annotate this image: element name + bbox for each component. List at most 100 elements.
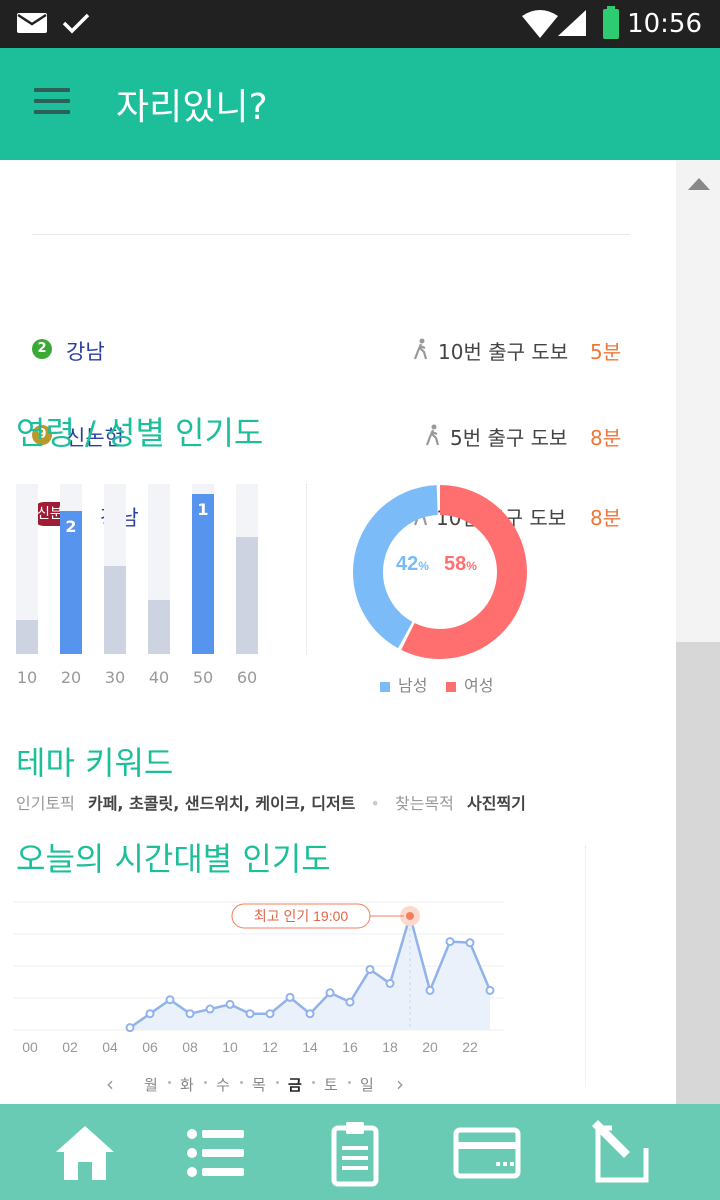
purpose-value: 사진찍기 [467, 794, 526, 813]
list-icon[interactable] [180, 1118, 250, 1188]
keyword-row: 인기토픽 카페, 초콜릿, 샌드위치, 케이크, 디저트 • 찾는목적 사진찍기 [16, 790, 526, 814]
peak-point [406, 911, 414, 920]
female-percent-label: 58% [444, 553, 477, 575]
scrollbar[interactable] [676, 160, 720, 1104]
menu-icon[interactable] [34, 88, 70, 118]
hour-tick-label: 06 [142, 1039, 158, 1055]
day-separator [240, 1081, 243, 1084]
age-bar-track [104, 484, 126, 654]
hourly-point [485, 985, 495, 995]
age-tick-label: 60 [236, 668, 258, 687]
hourly-point [265, 1009, 275, 1019]
age-bar-30 [104, 565, 126, 654]
station-row[interactable]: 2 강남 10번 출구 도보 5분 [32, 324, 630, 374]
theme-title: 테마 키워드 [16, 744, 174, 782]
edit-icon[interactable] [584, 1118, 654, 1188]
age-tick-label: 20 [60, 668, 82, 687]
hourly-point [245, 1009, 255, 1019]
legend-female-label: 여성 [464, 676, 494, 695]
hourly-point [225, 999, 235, 1009]
age-bar-50: 1 [192, 494, 214, 654]
day-tab[interactable]: 화 [180, 1074, 194, 1095]
hour-tick-label: 04 [102, 1039, 118, 1055]
hourly-point [285, 992, 295, 1002]
day-separator [312, 1081, 315, 1084]
peak-label: 최고 인기 19:00 [254, 908, 349, 924]
signal-icon [558, 10, 586, 36]
male-percent-label: 42% [396, 553, 429, 575]
card-icon[interactable] [452, 1118, 522, 1188]
age-gender-title: 연령 / 성별 인기도 [16, 414, 264, 452]
hour-tick-label: 08 [182, 1039, 198, 1055]
age-bar-track: 2 [60, 484, 82, 654]
hour-tick-label: 12 [262, 1039, 278, 1055]
walking-icon [413, 338, 428, 360]
hour-tick-label: 00 [22, 1039, 38, 1055]
hour-tick-label: 18 [382, 1039, 398, 1055]
battery-icon [603, 6, 619, 39]
clipboard-icon[interactable] [320, 1118, 390, 1188]
hourly-line-chart: 최고 인기 19:00 00 02 04 06 08 10 12 14 16 18 20 22 [14, 901, 504, 1055]
walk-minutes: 8분 [590, 506, 622, 530]
day-tab[interactable]: 토 [324, 1074, 338, 1095]
scrollbar-thumb[interactable] [676, 642, 720, 1104]
next-day-icon[interactable]: › [396, 1072, 404, 1096]
hourly-point [465, 938, 475, 948]
topic-value: 카페, 초콜릿, 샌드위치, 케이크, 디저트 [87, 794, 356, 813]
day-tab[interactable]: 월 [144, 1074, 158, 1095]
day-tab[interactable]: 목 [252, 1074, 266, 1095]
day-separator [168, 1081, 171, 1084]
scrollbar-track-upper [676, 160, 720, 642]
age-bar-track [148, 484, 170, 654]
day-selector: ‹ 월 화 수 목 금 토 일 › [106, 1072, 416, 1096]
scroll-up-icon[interactable] [688, 178, 710, 190]
hourly-point [365, 964, 375, 974]
purpose-label: 찾는목적 [395, 794, 454, 813]
legend-male-label: 남성 [398, 676, 428, 695]
hourly-point [325, 988, 335, 998]
hourly-point [345, 997, 355, 1007]
age-tick-label: 10 [16, 668, 38, 687]
hourly-point [425, 985, 435, 995]
status-bar: 10:56 [0, 0, 720, 48]
prev-day-icon[interactable]: ‹ [106, 1072, 114, 1096]
hourly-title: 오늘의 시간대별 인기도 [16, 840, 331, 878]
hourly-point [185, 1009, 195, 1019]
home-icon[interactable] [50, 1118, 120, 1188]
walk-minutes: 8분 [590, 426, 622, 450]
hour-tick-label: 16 [342, 1039, 358, 1055]
day-tab[interactable]: 수 [216, 1074, 230, 1095]
hourly-point [385, 978, 395, 988]
keyword-separator: • [370, 794, 380, 813]
age-tick-label: 40 [148, 668, 170, 687]
bar-rank-label: 2 [65, 517, 77, 537]
legend-male-swatch [380, 681, 390, 692]
hourly-point [305, 1009, 315, 1019]
age-bar-track [236, 484, 258, 654]
topic-label: 인기토픽 [16, 794, 75, 813]
day-tab[interactable]: 금 [288, 1074, 302, 1095]
status-clock: 10:56 [627, 9, 702, 39]
legend-male: 남성 [380, 672, 427, 696]
legend-female: 여성 [446, 672, 493, 696]
station-exit: 10번 출구 도보 [438, 340, 569, 364]
age-bar-10 [16, 620, 38, 654]
age-bar-60 [236, 536, 258, 654]
hourly-point [165, 995, 175, 1005]
app-bar: 자리있니? [0, 48, 720, 160]
day-separator [276, 1081, 279, 1084]
age-bar-track: 1 [192, 484, 214, 654]
walking-icon [425, 424, 440, 446]
gender-donut-chart: 42% 58% [353, 485, 527, 659]
wifi-icon [522, 10, 558, 38]
station-name: 강남 [66, 340, 105, 364]
age-tick-label: 50 [192, 668, 214, 687]
station-exit: 5번 출구 도보 [450, 426, 568, 450]
hour-tick-label: 22 [462, 1039, 478, 1055]
day-tab[interactable]: 일 [360, 1074, 374, 1095]
legend-female-swatch [446, 681, 456, 692]
day-separator [348, 1081, 351, 1084]
hourly-point [145, 1009, 155, 1019]
age-bar-track [16, 484, 38, 654]
walk-minutes: 5분 [590, 340, 622, 364]
